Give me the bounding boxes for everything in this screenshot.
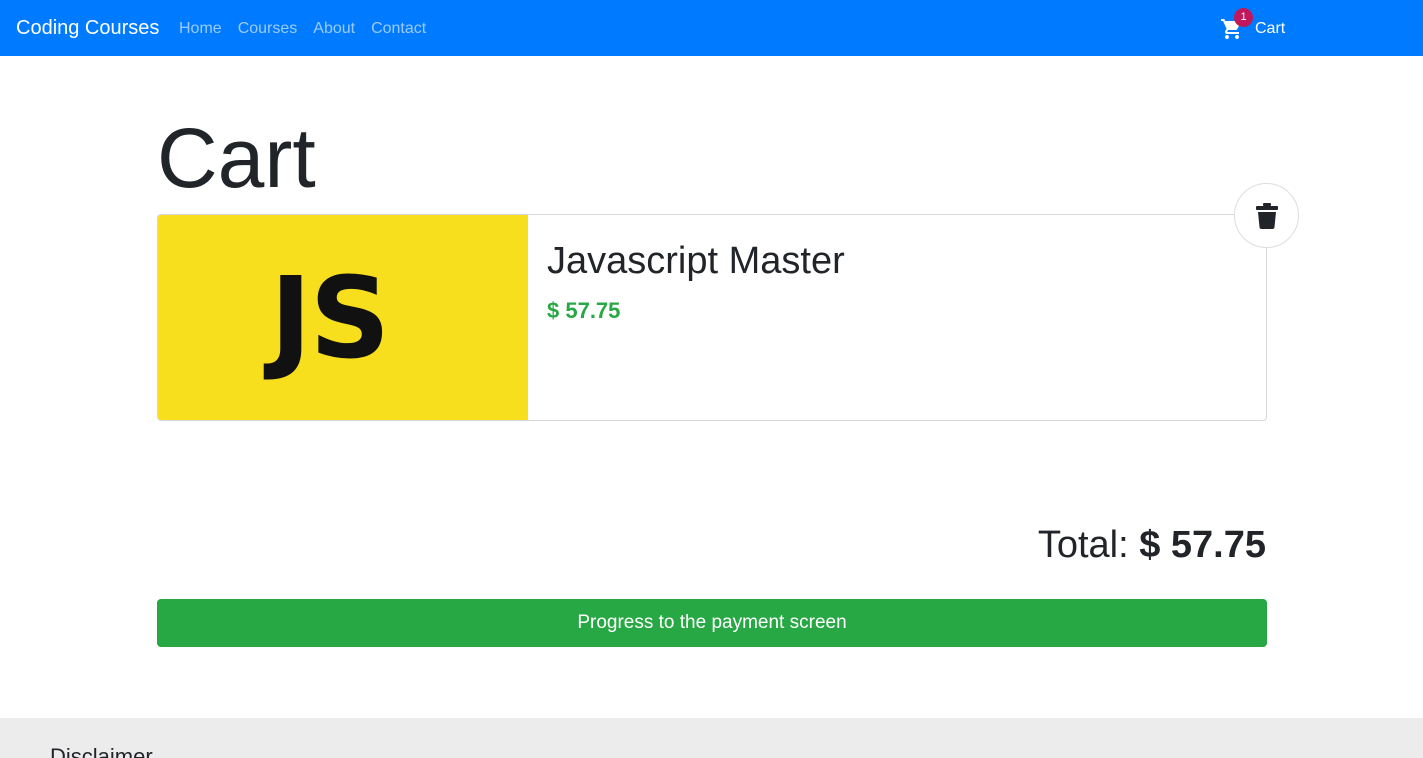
js-logo: JS: [270, 254, 390, 384]
cart-icon: 1: [1220, 8, 1253, 41]
navbar: Coding Courses Home Courses About Contac…: [0, 0, 1423, 56]
nav-link-courses[interactable]: Courses: [238, 20, 298, 38]
cart-count-badge: 1: [1234, 8, 1253, 27]
nav-links: Home Courses About Contact: [179, 20, 426, 38]
trash-icon: [1255, 202, 1278, 229]
course-price: $ 57.75: [547, 298, 621, 323]
cart-total: Total: $ 57.75: [1038, 524, 1266, 567]
remove-item-button[interactable]: [1234, 183, 1299, 248]
total-value: $ 57.75: [1139, 524, 1266, 566]
cart-link[interactable]: 1 Cart: [1220, 8, 1286, 42]
footer: Disclaimer: [0, 718, 1423, 758]
nav-link-about[interactable]: About: [313, 20, 355, 38]
cart-label: Cart: [1255, 20, 1286, 37]
cart-item-card: JS Javascript Master $ 57.75: [157, 214, 1267, 421]
course-title: Javascript Master: [547, 240, 845, 282]
nav-link-home[interactable]: Home: [179, 20, 222, 38]
course-thumbnail: JS: [158, 215, 528, 420]
footer-heading: Disclaimer: [50, 744, 153, 758]
brand-link[interactable]: Coding Courses: [16, 17, 159, 40]
page-title: Cart: [157, 111, 316, 205]
payment-button[interactable]: Progress to the payment screen: [157, 599, 1267, 647]
nav-link-contact[interactable]: Contact: [371, 20, 426, 38]
total-label: Total:: [1037, 524, 1129, 566]
